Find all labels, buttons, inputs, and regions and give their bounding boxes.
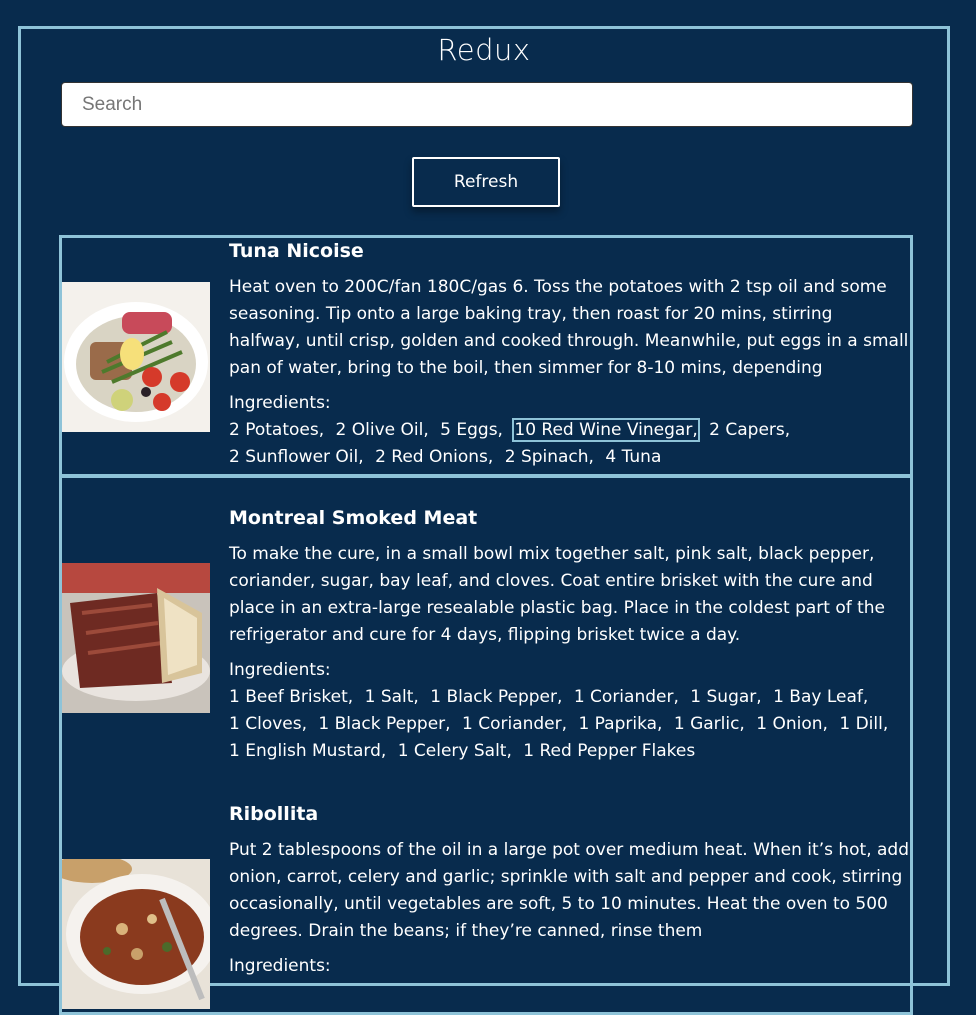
ingredient-item[interactable]: 2 Potatoes, xyxy=(229,420,324,440)
app-title: Redux xyxy=(437,33,531,67)
recipe-description: Heat oven to 200C/fan 180C/gas 6. Toss t… xyxy=(229,277,909,378)
recipe-card: Tuna Nicoise Heat oven to 200C/fan 180C/… xyxy=(59,235,913,477)
ingredient-item[interactable]: 1 Coriander, xyxy=(574,687,679,707)
ingredient-item[interactable]: 10 Red Wine Vinegar, xyxy=(512,418,700,442)
recipe-card: Montreal Smoked Meat To make the cure, i… xyxy=(59,475,913,1015)
ingredients-label: Ingredients: xyxy=(229,393,331,413)
ingredient-item[interactable]: 1 Celery Salt, xyxy=(398,741,512,761)
ingredient-item[interactable]: 1 Salt, xyxy=(365,687,419,707)
recipe-details: Montreal Smoked Meat To make the cure, i… xyxy=(229,505,909,765)
ingredient-item[interactable]: 4 Tuna xyxy=(605,447,661,467)
ingredient-item[interactable]: 1 Black Pepper, xyxy=(318,714,450,734)
ingredient-item[interactable]: 1 Coriander, xyxy=(462,714,567,734)
ingredient-item[interactable]: 1 Paprika, xyxy=(578,714,662,734)
ingredient-item[interactable]: 5 Eggs, xyxy=(440,420,503,440)
recipe-title: Montreal Smoked Meat xyxy=(229,507,478,529)
ingredient-item[interactable]: 1 Dill, xyxy=(839,714,888,734)
ingredient-item[interactable]: 1 Beef Brisket, xyxy=(229,687,353,707)
recipe-description: To make the cure, in a small bowl mix to… xyxy=(229,544,886,645)
ingredients-list: 2 Potatoes, 2 Olive Oil, 5 Eggs, 10 Red … xyxy=(229,417,909,471)
ingredient-item[interactable]: 1 Sugar, xyxy=(690,687,761,707)
ingredient-item[interactable]: 2 Spinach, xyxy=(505,447,594,467)
recipe-title: Tuna Nicoise xyxy=(229,240,364,262)
ingredients-section: Ingredients: 2 Potatoes, 2 Olive Oil, 5 … xyxy=(229,390,909,471)
recipe-title: Ribollita xyxy=(229,803,319,825)
ingredients-section: Ingredients: 1 Beef Brisket, 1 Salt, 1 B… xyxy=(229,657,909,765)
refresh-button[interactable]: Refresh xyxy=(412,157,560,207)
ingredients-section: Ingredients: xyxy=(229,953,909,980)
tuna-nicoise-image xyxy=(62,282,210,432)
ingredient-item[interactable]: 1 English Mustard, xyxy=(229,741,386,761)
ingredient-item[interactable]: 2 Sunflower Oil, xyxy=(229,447,364,467)
app-container: Redux Refresh Tuna Nicoise Heat oven to … xyxy=(18,26,950,1015)
ingredient-item[interactable]: 1 Cloves, xyxy=(229,714,307,734)
ingredient-item[interactable]: 2 Capers, xyxy=(709,420,790,440)
search-input[interactable] xyxy=(61,82,913,127)
ingredients-label: Ingredients: xyxy=(229,956,331,976)
ingredient-item[interactable]: 1 Bay Leaf, xyxy=(773,687,868,707)
recipe-description: Put 2 tablespoons of the oil in a large … xyxy=(229,840,909,941)
ingredients-list: 1 Beef Brisket, 1 Salt, 1 Black Pepper, … xyxy=(229,684,909,765)
recipe-details: Tuna Nicoise Heat oven to 200C/fan 180C/… xyxy=(229,238,909,471)
ingredients-label: Ingredients: xyxy=(229,660,331,680)
smoked-meat-image xyxy=(62,563,210,713)
ingredient-item[interactable]: 2 Olive Oil, xyxy=(336,420,429,440)
ingredient-item[interactable]: 1 Onion, xyxy=(756,714,828,734)
ingredient-item[interactable]: 1 Red Pepper Flakes xyxy=(523,741,695,761)
recipe-details: Ribollita Put 2 tablespoons of the oil i… xyxy=(229,801,909,980)
ribollita-image xyxy=(62,859,210,1009)
ingredient-item[interactable]: 1 Garlic, xyxy=(674,714,745,734)
ingredient-item[interactable]: 1 Black Pepper, xyxy=(430,687,562,707)
ingredient-item[interactable]: 2 Red Onions, xyxy=(375,447,493,467)
